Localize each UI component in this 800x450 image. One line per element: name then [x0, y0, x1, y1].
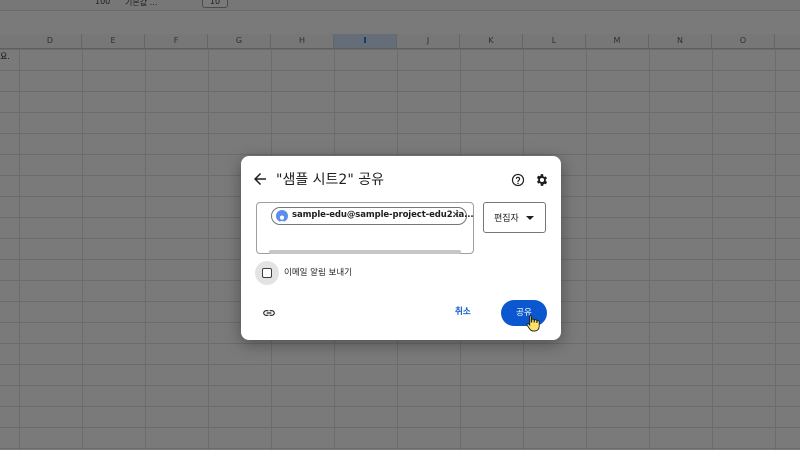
horizontal-scrollbar[interactable]: [269, 250, 461, 254]
share-dialog: "샘플 시트2" 공유 sample-edu@sample-project-ed…: [241, 156, 561, 340]
link-icon[interactable]: [261, 306, 277, 320]
recipients-field[interactable]: sample-edu@sample-project-edu2.ia... ✕: [256, 202, 474, 254]
notify-label: 이메일 알림 보내기: [284, 268, 352, 278]
dialog-title: "샘플 시트2" 공유: [276, 172, 384, 188]
notify-checkbox[interactable]: [262, 268, 272, 278]
recipient-chip[interactable]: sample-edu@sample-project-edu2.ia... ✕: [271, 207, 474, 225]
role-label: 편집자: [494, 214, 519, 224]
help-icon[interactable]: [511, 173, 525, 187]
avatar-icon: [276, 210, 288, 222]
back-arrow-icon[interactable]: [251, 170, 269, 188]
cancel-button[interactable]: 취소: [455, 305, 471, 317]
close-icon[interactable]: ✕: [452, 210, 460, 222]
recipient-email: sample-edu@sample-project-edu2.ia...: [292, 210, 474, 220]
hand-cursor-icon: [526, 315, 540, 332]
gear-icon[interactable]: [535, 173, 549, 187]
role-dropdown[interactable]: 편집자: [483, 202, 546, 233]
notify-checkbox-hover[interactable]: [255, 261, 279, 285]
dropdown-caret-icon: [526, 216, 534, 220]
share-button[interactable]: 공유: [501, 300, 547, 326]
